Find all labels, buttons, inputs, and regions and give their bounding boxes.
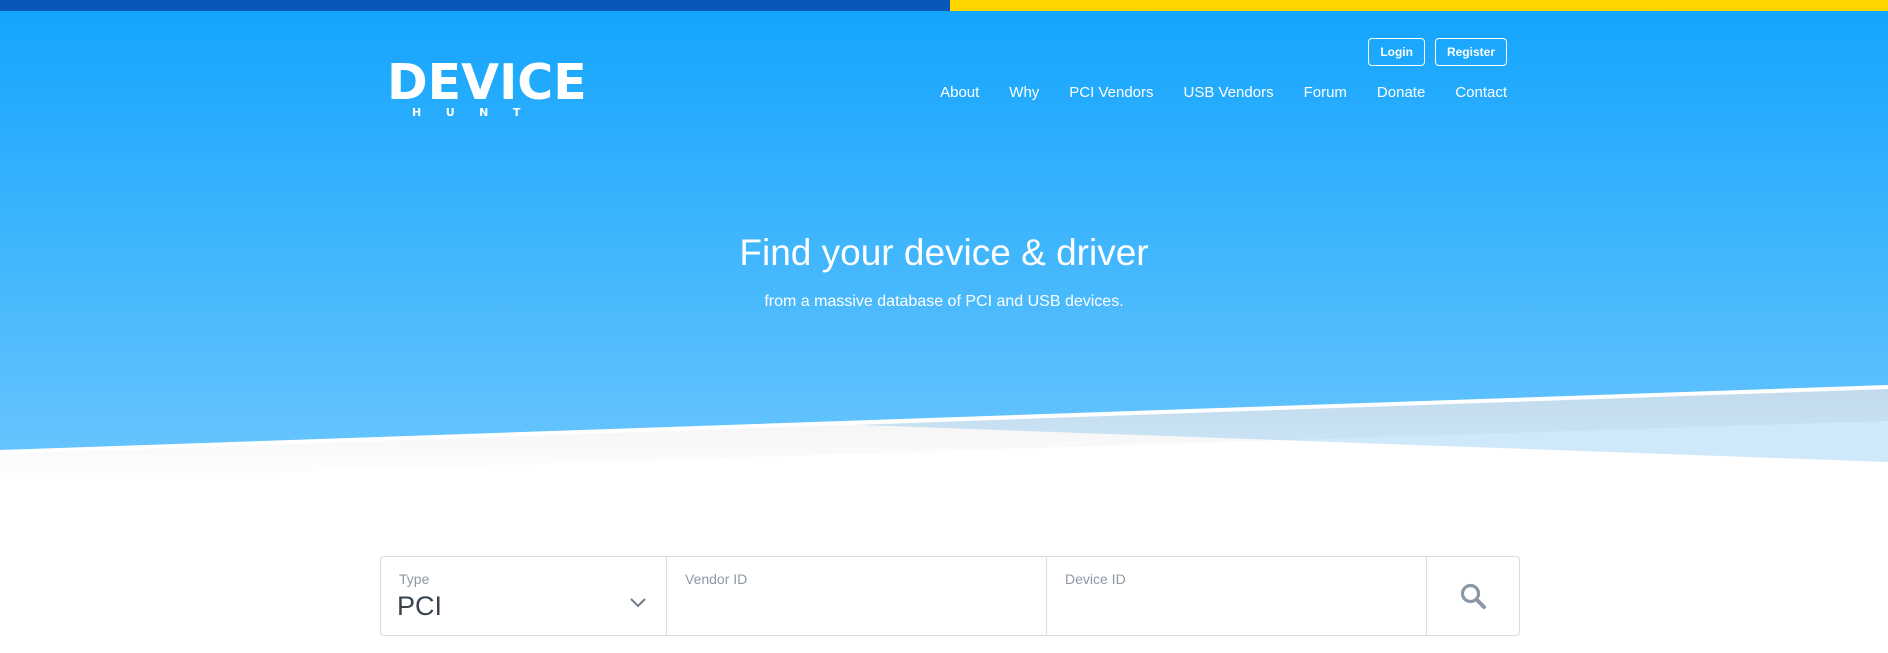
nav-item-forum[interactable]: Forum <box>1304 84 1347 101</box>
device-id-field[interactable]: Device ID <box>1047 557 1427 635</box>
nav-item-usb-vendors[interactable]: USB Vendors <box>1184 84 1274 101</box>
chevron-down-icon <box>630 598 646 608</box>
device-id-input[interactable] <box>1065 593 1405 623</box>
hero-subtitle: from a massive database of PCI and USB d… <box>764 293 1124 310</box>
nav-item-donate[interactable]: Donate <box>1377 84 1425 101</box>
nav-item-pci-vendors[interactable]: PCI Vendors <box>1069 84 1153 101</box>
nav-item-contact[interactable]: Contact <box>1455 84 1507 101</box>
nav-item-why[interactable]: Why <box>1009 84 1039 101</box>
vendor-id-input[interactable] <box>685 593 1025 623</box>
flag-yellow-stripe <box>950 0 1888 11</box>
site-logo[interactable]: DEVICE HUNT <box>387 54 587 123</box>
register-button[interactable]: Register <box>1434 38 1507 66</box>
main-nav: About Why PCI Vendors USB Vendors Forum … <box>940 84 1507 101</box>
type-selected-value: PCI <box>397 591 443 621</box>
vendor-id-field[interactable]: Vendor ID <box>667 557 1047 635</box>
device-id-label: Device ID <box>1065 571 1126 587</box>
flag-bar <box>0 0 1888 11</box>
logo-wordmark: DEVICE <box>387 54 587 111</box>
type-label: Type <box>399 571 430 587</box>
search-form: Type PCI Vendor ID Device ID <box>380 556 1520 636</box>
type-select[interactable]: Type PCI <box>381 557 667 635</box>
search-button[interactable] <box>1427 557 1519 635</box>
logo-tagline: HUNT <box>412 106 545 119</box>
hero-title: Find your device & driver <box>739 232 1149 273</box>
search-icon <box>1460 583 1486 609</box>
login-button[interactable]: Login <box>1368 38 1425 66</box>
hero-header: DEVICE HUNT Login Register About Why PCI… <box>0 11 1888 491</box>
vendor-id-label: Vendor ID <box>685 571 748 587</box>
flag-blue-stripe <box>0 0 950 11</box>
auth-buttons: Login Register <box>1368 38 1507 66</box>
nav-item-about[interactable]: About <box>940 84 979 101</box>
